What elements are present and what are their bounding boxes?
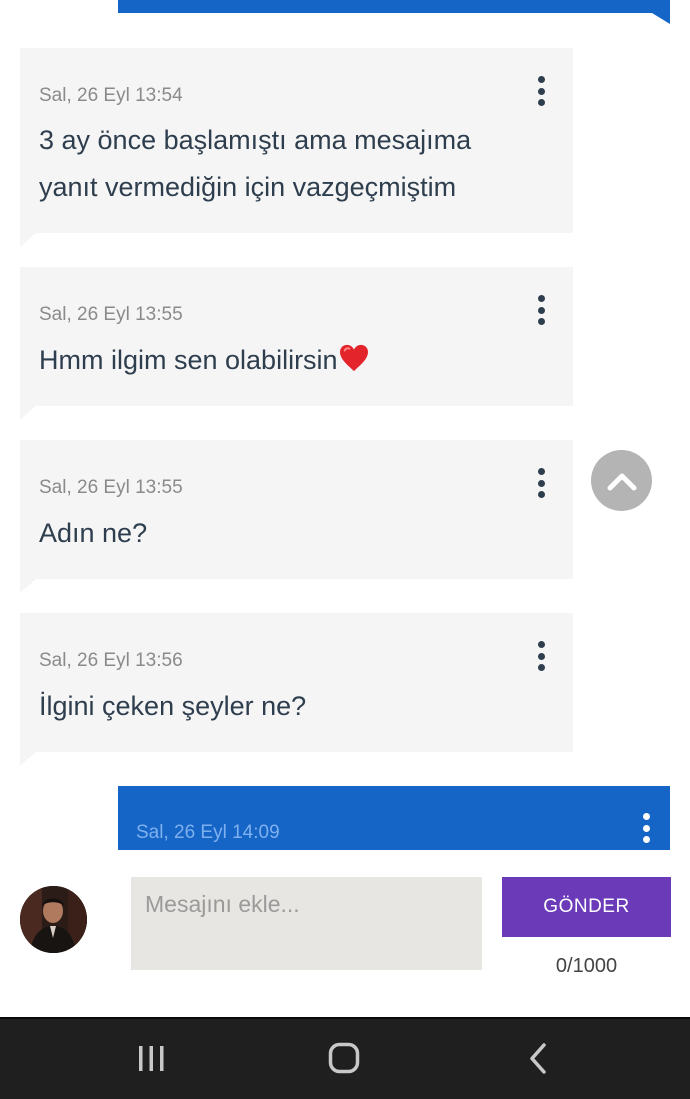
send-button[interactable]: GÖNDER: [502, 877, 671, 937]
sent-message-bubble-partial: [118, 0, 670, 13]
bubble-tail: [20, 233, 36, 247]
avatar: [20, 886, 87, 953]
message-input[interactable]: [131, 877, 482, 970]
message-text-content: Hmm ilgim sen olabilirsin: [39, 345, 338, 375]
bubble-tail: [20, 579, 36, 593]
character-counter: 0/1000: [555, 955, 618, 977]
more-vert-icon[interactable]: [537, 76, 545, 106]
red-heart-icon: [339, 344, 368, 372]
message-text-line: yanıt vermediğin için vazgeçmiştim: [39, 172, 457, 202]
more-vert-icon[interactable]: [537, 641, 545, 671]
recent-apps-icon[interactable]: [126, 1039, 176, 1079]
more-vert-icon[interactable]: [642, 813, 650, 843]
home-icon[interactable]: [319, 1039, 369, 1079]
bubble-tail: [20, 752, 36, 766]
message-text: İlgini çeken şeyler ne?: [39, 691, 307, 721]
received-message: Sal, 26 Eyl 13:54 3 ay önce başlamıştı a…: [20, 48, 573, 247]
message-timestamp: Sal, 26 Eyl 13:55: [39, 477, 183, 498]
message-text-line: 3 ay önce başlamıştı ama mesajıma: [39, 125, 472, 155]
received-message: Sal, 26 Eyl 13:55 Adın ne?: [20, 440, 573, 593]
more-vert-icon[interactable]: [537, 468, 545, 498]
back-icon[interactable]: [512, 1039, 562, 1079]
message-timestamp: Sal, 26 Eyl 13:55: [39, 304, 183, 325]
message-text: Hmm ilgim sen olabilirsin: [39, 337, 513, 384]
navigation-bar: [0, 1017, 690, 1099]
message-text: 3 ay önce başlamıştı ama mesajıma yanıt …: [39, 117, 513, 211]
sent-message: Sal, 26 Eyl 14:09: [118, 786, 670, 850]
bubble-tail: [20, 406, 36, 420]
sent-message-tail: [652, 13, 670, 24]
received-message: Sal, 26 Eyl 13:55 Hmm ilgim sen olabilir…: [20, 267, 573, 420]
chevron-up-icon: [607, 473, 636, 490]
message-timestamp: Sal, 26 Eyl 13:56: [39, 650, 183, 671]
received-message: Sal, 26 Eyl 13:56 İlgini çeken şeyler ne…: [20, 613, 573, 766]
message-text: Adın ne?: [39, 518, 148, 548]
more-vert-icon[interactable]: [537, 295, 545, 325]
message-timestamp: Sal, 26 Eyl 14:09: [136, 822, 280, 843]
scroll-up-button[interactable]: [591, 450, 652, 511]
message-timestamp: Sal, 26 Eyl 13:54: [39, 85, 183, 106]
